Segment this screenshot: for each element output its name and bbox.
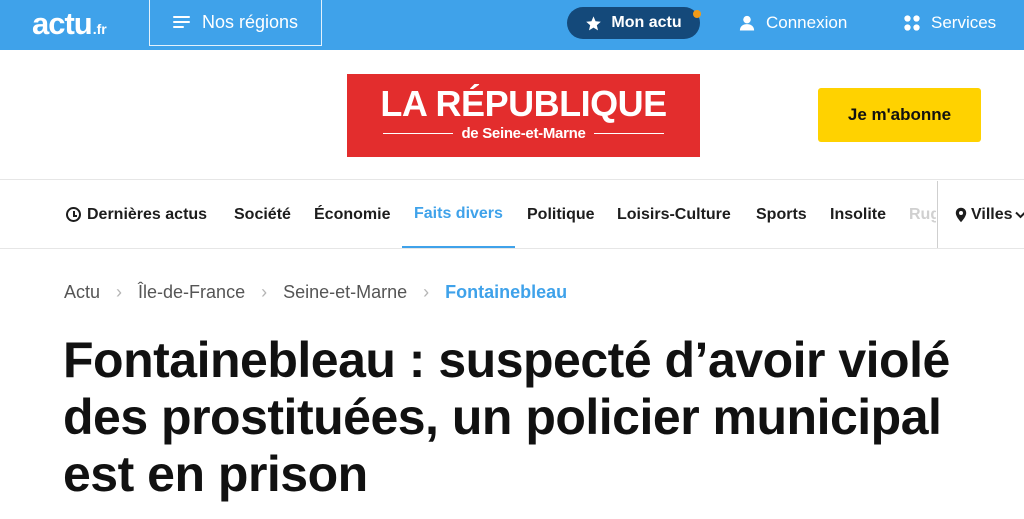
chevron-right-icon: › <box>261 281 268 302</box>
top-bar: actu .fr Nos régions Mon actu Connexion … <box>0 0 1024 50</box>
nav-item-dernieres-actus[interactable]: Dernières actus <box>66 181 207 248</box>
section-nav: Dernières actus Société Économie Faits d… <box>0 181 1024 249</box>
logo-main: actu <box>32 6 93 41</box>
brand-sub: de Seine-et-Marne <box>461 125 586 142</box>
chevron-right-icon: › <box>423 281 430 302</box>
nav-divider <box>937 181 938 248</box>
star-icon <box>586 15 602 30</box>
breadcrumb-item-actu[interactable]: Actu <box>64 282 100 303</box>
nav-item-societe[interactable]: Société <box>234 181 291 248</box>
map-pin-icon <box>955 207 967 222</box>
nav-item-economie[interactable]: Économie <box>314 181 390 248</box>
brand-line-left <box>383 133 454 134</box>
nav-item-faits-divers[interactable]: Faits divers <box>402 181 515 248</box>
mon-actu-label: Mon actu <box>611 14 682 31</box>
nav-item-politique[interactable]: Politique <box>527 181 595 248</box>
villes-dropdown[interactable]: Villes <box>955 181 1024 248</box>
la-republique-logo[interactable]: LA RÉPUBLIQUE de Seine-et-Marne <box>347 74 700 157</box>
menu-icon <box>172 15 190 29</box>
regions-label: Nos régions <box>201 11 299 32</box>
chevron-down-icon <box>1014 211 1024 218</box>
masthead: LA RÉPUBLIQUE de Seine-et-Marne Je m'abo… <box>0 50 1024 180</box>
regions-button[interactable]: Nos régions <box>149 0 322 46</box>
nav-item-label: Dernières actus <box>87 205 208 223</box>
article-headline: Fontainebleau : suspecté d’avoir violé d… <box>63 332 950 502</box>
nav-item-rugby[interactable]: Rugby <box>909 181 936 248</box>
brand-line-right <box>593 133 664 134</box>
brand-name: LA RÉPUBLIQUE <box>380 83 667 124</box>
mon-actu-button[interactable]: Mon actu <box>567 7 701 39</box>
brand-sub-row: de Seine-et-Marne <box>347 125 700 142</box>
connexion-label: Connexion <box>766 13 848 32</box>
subscribe-button[interactable]: Je m'abonne <box>818 88 981 142</box>
services-link[interactable]: Services <box>903 12 996 34</box>
user-icon <box>739 15 755 31</box>
notification-dot <box>693 10 701 18</box>
logo-tld: .fr <box>92 21 107 37</box>
nav-item-insolite[interactable]: Insolite <box>830 181 886 248</box>
actu-logo[interactable]: actu .fr <box>32 6 107 42</box>
villes-label: Villes <box>971 205 1013 223</box>
services-label: Services <box>931 13 997 32</box>
clock-icon <box>66 207 81 222</box>
breadcrumb-item-ile-de-france[interactable]: Île-de-France <box>138 282 245 303</box>
breadcrumb-item-fontainebleau[interactable]: Fontainebleau <box>445 282 567 303</box>
grid-icon <box>904 15 920 31</box>
breadcrumb: Actu › Île-de-France › Seine-et-Marne › … <box>64 280 567 304</box>
nav-item-loisirs-culture[interactable]: Loisirs-Culture <box>617 181 731 248</box>
breadcrumb-item-seine-et-marne[interactable]: Seine-et-Marne <box>283 282 407 303</box>
connexion-link[interactable]: Connexion <box>738 12 847 34</box>
nav-item-sports[interactable]: Sports <box>756 181 807 248</box>
chevron-right-icon: › <box>116 281 123 302</box>
